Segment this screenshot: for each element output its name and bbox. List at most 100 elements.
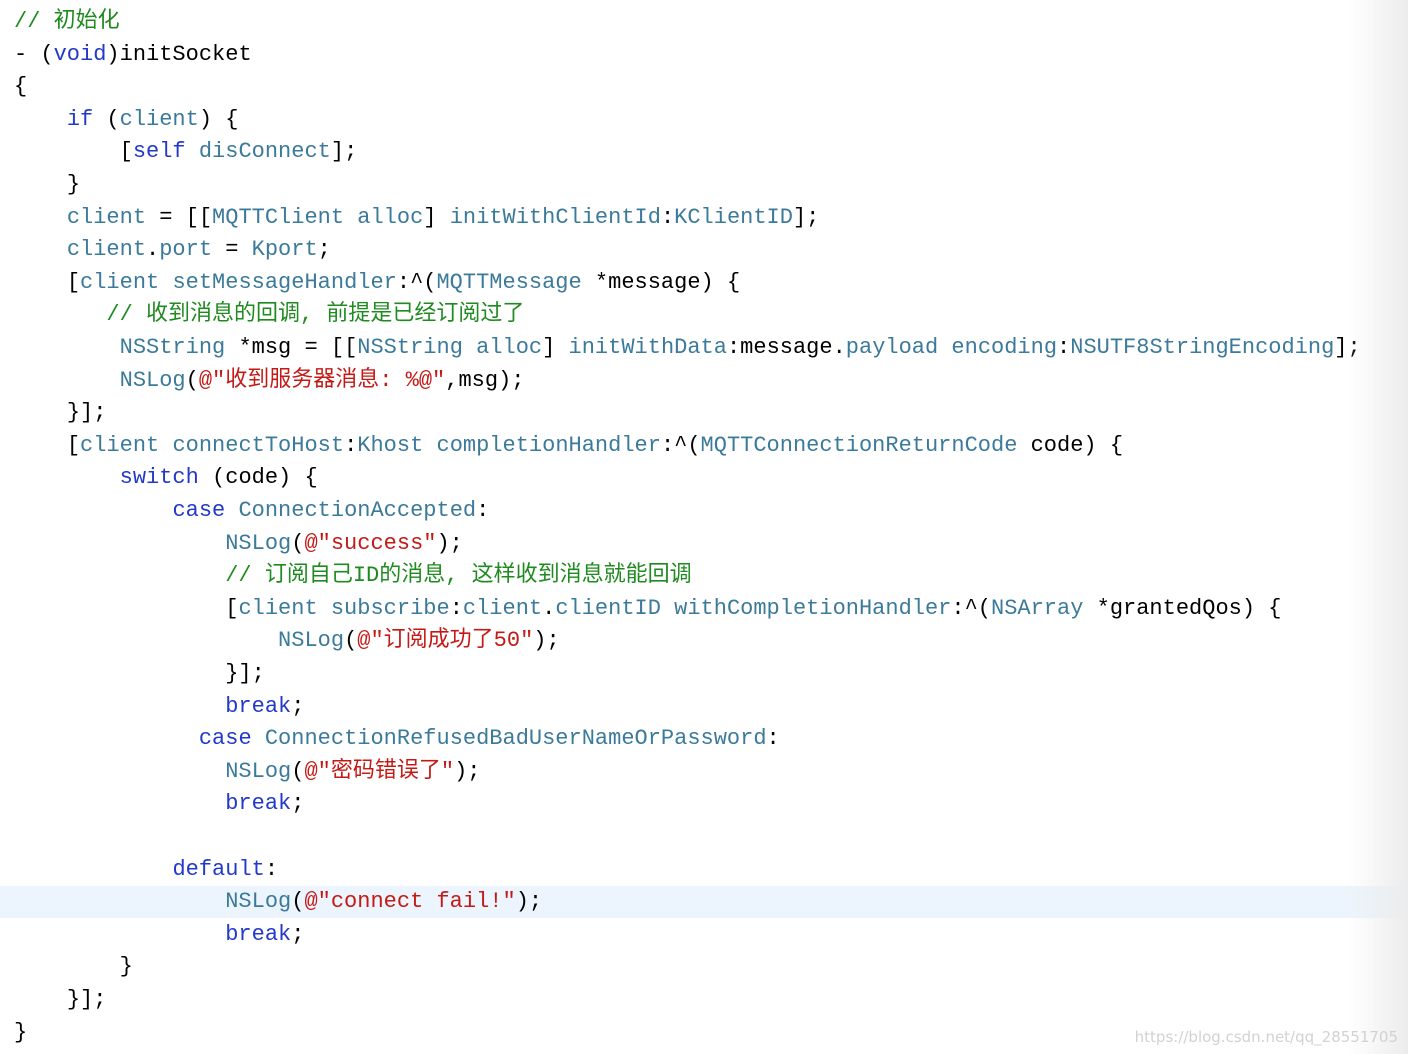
code-line[interactable]: [client setMessageHandler:^(MQTTMessage …: [0, 267, 1408, 299]
code-token-comment: // 订阅自己ID的消息, 这样收到消息就能回调: [225, 563, 692, 589]
code-line[interactable]: }];: [0, 658, 1408, 690]
code-token-project: connectToHost: [172, 432, 345, 458]
code-line[interactable]: }: [0, 951, 1408, 983]
code-token-keyword: switch: [119, 465, 199, 491]
code-line[interactable]: NSLog(@"密码错误了");: [0, 756, 1408, 788]
code-token-project: ConnectionRefusedBadUserNameOrPassword: [264, 726, 767, 752]
code-token-string: @"success": [304, 530, 437, 556]
code-token-plain: [: [66, 269, 81, 295]
code-line[interactable]: }];: [0, 397, 1408, 429]
code-token-plain: (: [344, 628, 358, 654]
code-line[interactable]: switch (code) {: [0, 462, 1408, 494]
code-line[interactable]: [client subscribe:client.clientID withCo…: [0, 593, 1408, 625]
code-line[interactable]: NSLog(@"收到服务器消息: %@",msg);: [0, 365, 1408, 397]
code-token-project: Kport: [251, 237, 318, 263]
code-line[interactable]: // 订阅自己ID的消息, 这样收到消息就能回调: [0, 560, 1408, 592]
code-line[interactable]: // 收到消息的回调, 前提是已经订阅过了: [0, 299, 1408, 331]
code-token-plain: ];: [1334, 335, 1361, 360]
code-token-project: initWithClientId: [449, 204, 661, 230]
code-token-plain: ];: [792, 204, 820, 230]
code-token-plain: (code) {: [198, 465, 318, 491]
code-token-keyword: break: [225, 791, 292, 817]
code-token-project: payload: [845, 335, 939, 360]
code-line[interactable]: }: [0, 169, 1408, 201]
code-line[interactable]: [0, 821, 1408, 853]
code-line[interactable]: case ConnectionRefusedBadUserNameOrPassw…: [0, 723, 1408, 755]
code-line[interactable]: client.port = Kport;: [0, 234, 1408, 266]
code-token-plain: code) {: [1017, 432, 1124, 458]
code-token-plain: [: [119, 139, 133, 165]
code-token-plain: )initSocket: [106, 41, 252, 67]
code-line[interactable]: client = [[MQTTClient alloc] initWithCli…: [0, 202, 1408, 234]
code-token-plain: [: [225, 595, 239, 621]
code-token-project: client: [80, 269, 160, 295]
code-token-plain: }: [14, 1019, 28, 1045]
code-token-project: alloc: [357, 204, 424, 230]
code-token-plain: );: [454, 758, 481, 784]
code-editor[interactable]: // 初始化 - (void)initSocket{ if (client) { …: [0, 0, 1408, 1054]
code-token-string: @"订阅成功了50": [357, 628, 534, 654]
code-token-comment: // 收到消息的回调, 前提是已经订阅过了: [106, 302, 525, 328]
code-token-plain: [: [66, 432, 81, 458]
code-line[interactable]: [client connectToHost:Khost completionHa…: [0, 430, 1408, 462]
code-line[interactable]: [self disConnect];: [0, 136, 1408, 168]
code-token-project: KClientID: [674, 204, 793, 230]
code-token-project: disConnect: [198, 139, 331, 165]
code-line[interactable]: - (void)initSocket: [0, 39, 1408, 71]
code-line[interactable]: break;: [0, 788, 1408, 820]
code-line[interactable]: NSLog(@"connect fail!");: [0, 886, 1408, 919]
code-token-plain: {: [14, 74, 28, 100]
code-token-project: MQTTConnectionReturnCode: [700, 432, 1018, 458]
code-token-plain: ;: [291, 693, 305, 719]
code-token-project: setMessageHandler: [172, 269, 397, 295]
code-token-project: MQTTMessage: [436, 269, 582, 295]
code-line[interactable]: NSLog(@"订阅成功了50");: [0, 625, 1408, 657]
code-line[interactable]: break;: [0, 919, 1408, 951]
code-token-plain: :^(: [396, 269, 437, 295]
code-token-comment: // 初始化: [14, 9, 120, 34]
code-line[interactable]: break;: [0, 691, 1408, 723]
code-token-plain: ) {: [198, 106, 239, 132]
code-token-project: NSLog: [119, 367, 186, 393]
code-line[interactable]: NSLog(@"success");: [0, 528, 1408, 560]
code-token-project: NSLog: [225, 889, 292, 915]
code-line[interactable]: if (client) {: [0, 104, 1408, 136]
code-token-plain: =: [212, 237, 252, 263]
code-line[interactable]: // 初始化: [0, 6, 1408, 38]
code-token-project: NSLog: [278, 628, 345, 654]
code-token-plain: }: [119, 954, 133, 980]
code-token-plain: ;: [317, 237, 331, 263]
code-line[interactable]: {: [0, 71, 1408, 103]
code-token-project: NSArray: [991, 595, 1084, 621]
code-line[interactable]: }];: [0, 984, 1408, 1016]
code-token-plain: }];: [66, 400, 107, 426]
code-line[interactable]: NSString *msg = [[NSString alloc] initWi…: [0, 332, 1408, 364]
code-token-project: client: [66, 237, 147, 263]
code-line[interactable]: case ConnectionAccepted:: [0, 495, 1408, 527]
code-token-plain: :message.: [726, 335, 846, 360]
code-line[interactable]: default:: [0, 854, 1408, 886]
code-token-plain: ]: [542, 335, 569, 360]
code-token-plain: :: [264, 856, 279, 882]
